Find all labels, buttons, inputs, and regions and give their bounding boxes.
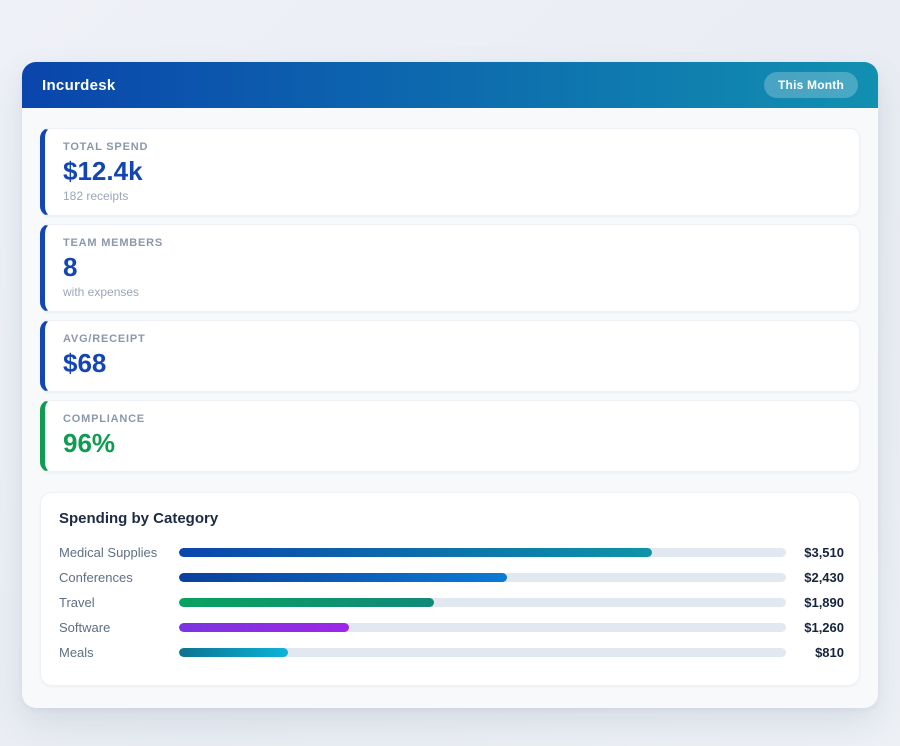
bar-fill: [179, 648, 288, 657]
category-value: $1,260: [786, 620, 844, 635]
category-value: $2,430: [786, 570, 844, 585]
stat-label: COMPLIANCE: [63, 413, 841, 425]
category-label: Conferences: [59, 570, 179, 585]
stats-list: TOTAL SPEND $12.4k 182 receipts TEAM MEMBER…: [40, 128, 860, 472]
panel-body: TOTAL SPEND $12.4k 182 receipts TEAM MEMBER…: [22, 108, 878, 708]
category-label: Medical Supplies: [59, 545, 179, 560]
bar-track: [179, 648, 786, 657]
stat-card-compliance: COMPLIANCE 96%: [40, 400, 860, 472]
stat-value: 96%: [63, 427, 841, 459]
stat-subtext: 182 receipts: [63, 189, 841, 203]
category-row-medical-supplies: Medical Supplies $3,510: [59, 540, 844, 565]
category-row-meals: Meals $810: [59, 640, 844, 665]
bar-track: [179, 573, 786, 582]
bar-fill: [179, 548, 652, 557]
stat-card-team-members: TEAM MEMBERS 8 with expenses: [40, 224, 860, 312]
category-label: Meals: [59, 645, 179, 660]
period-badge[interactable]: This Month: [764, 72, 858, 98]
category-value: $3,510: [786, 545, 844, 560]
stat-subtext: with expenses: [63, 285, 841, 299]
bar-track: [179, 548, 786, 557]
stat-card-total-spend: TOTAL SPEND $12.4k 182 receipts: [40, 128, 860, 216]
bar-track: [179, 623, 786, 632]
stat-label: TEAM MEMBERS: [63, 237, 841, 249]
category-row-conferences: Conferences $2,430: [59, 565, 844, 590]
app-title: Incurdesk: [42, 77, 116, 94]
bar-track: [179, 598, 786, 607]
dashboard-panel: Incurdesk This Month TOTAL SPEND $12.4k 18…: [22, 62, 878, 708]
category-value: $1,890: [786, 595, 844, 610]
stat-value: 8: [63, 251, 841, 283]
stat-label: AVG/RECEIPT: [63, 333, 841, 345]
stat-value: $12.4k: [63, 155, 841, 187]
category-label: Software: [59, 620, 179, 635]
app-header: Incurdesk This Month: [22, 62, 878, 108]
stat-value: $68: [63, 347, 841, 379]
stat-card-avg-receipt: AVG/RECEIPT $68: [40, 320, 860, 392]
bar-fill: [179, 623, 349, 632]
bar-fill: [179, 598, 434, 607]
category-row-software: Software $1,260: [59, 615, 844, 640]
category-row-travel: Travel $1,890: [59, 590, 844, 615]
category-value: $810: [786, 645, 844, 660]
category-bar-chart: Medical Supplies $3,510 Conferences $2,430 T…: [59, 540, 844, 665]
category-label: Travel: [59, 595, 179, 610]
category-chart-title: Spending by Category: [59, 510, 844, 527]
stat-label: TOTAL SPEND: [63, 141, 841, 153]
spending-by-category-card: Spending by Category Medical Supplies $3,…: [40, 492, 860, 686]
bar-fill: [179, 573, 507, 582]
